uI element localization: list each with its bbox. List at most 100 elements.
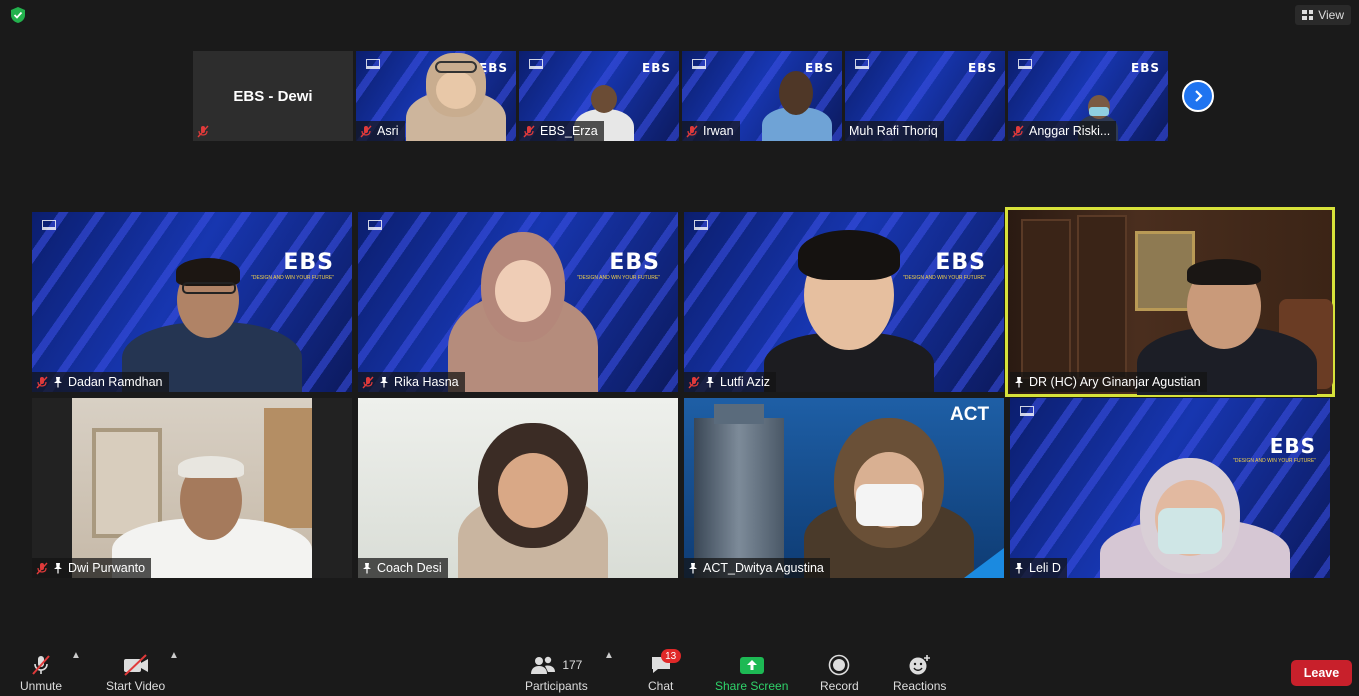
mic-muted-icon: [523, 125, 535, 137]
share-screen-button[interactable]: Share Screen: [715, 651, 788, 693]
participants-icon: [531, 656, 556, 674]
microphone-muted-icon: [32, 655, 50, 675]
pin-icon: [1015, 563, 1023, 574]
ebs-logo: EBS: [642, 61, 671, 75]
participant-nametag: Muh Rafi Thoriq: [845, 121, 944, 141]
participant-name: Lutfi Aziz: [720, 375, 771, 389]
participant-video: [401, 51, 511, 141]
grid-view-icon: [1302, 10, 1314, 20]
mic-muted-icon: [360, 125, 372, 137]
ebs-corner-logo: [692, 59, 706, 69]
participant-video: [458, 423, 608, 578]
video-options-caret-icon[interactable]: ▲: [169, 650, 179, 661]
participant-name: Asri: [377, 124, 399, 138]
ebs-logo-text: EBS: [1131, 61, 1160, 75]
pin-icon: [706, 377, 714, 388]
reactions-button[interactable]: Reactions: [893, 651, 946, 693]
pin-icon: [689, 563, 697, 574]
strip-thumb-ebs-erza[interactable]: EBS EBS_Erza: [519, 51, 679, 141]
pin-icon: [54, 563, 62, 574]
video-tile-coach-desi[interactable]: Coach Desi: [358, 398, 678, 578]
participant-nametag: Dwi Purwanto: [32, 558, 152, 578]
ebs-logo-text: EBS: [1269, 434, 1316, 458]
participant-name: Dadan Ramdhan: [68, 375, 163, 389]
next-page-button[interactable]: [1182, 80, 1214, 112]
video-tile-ary-ginanjar-agustian[interactable]: DR (HC) Ary Ginanjar Agustian: [1005, 207, 1335, 397]
view-label: View: [1318, 8, 1344, 22]
participant-name: Anggar Riski...: [1029, 124, 1111, 138]
record-label: Record: [820, 679, 859, 693]
ebs-logo: EBS: [968, 61, 997, 75]
record-button[interactable]: Record: [820, 651, 859, 693]
ebs-corner-logo: [1018, 59, 1032, 69]
video-tile-dwi-purwanto[interactable]: Dwi Purwanto: [32, 398, 352, 578]
meeting-toolbar: Unmute ▲ Start Video ▲ 177 Participants …: [0, 638, 1359, 696]
participant-video: [448, 232, 598, 392]
participant-name: Irwan: [703, 124, 734, 138]
mic-muted-icon: [1012, 125, 1024, 137]
ebs-corner-logo: [366, 59, 380, 69]
participant-name: Leli D: [1029, 561, 1061, 575]
participants-label: Participants: [525, 679, 588, 693]
chat-label: Chat: [648, 679, 674, 693]
share-screen-arrow-icon: [739, 657, 764, 674]
security-shield-icon[interactable]: [9, 6, 27, 24]
ebs-corner-logo: [529, 59, 543, 69]
self-thumbnail[interactable]: EBS - Dewi: [193, 51, 353, 141]
participant-nametag: Lutfi Aziz: [684, 372, 777, 392]
participant-nametag: Asri: [356, 121, 405, 141]
unmute-label: Unmute: [20, 679, 63, 693]
video-tile-act-dwitya-agustina[interactable]: ACT ACT_Dwitya Agustina: [684, 398, 1004, 578]
smiley-add-icon: [909, 655, 930, 675]
video-tile-lutfi-aziz[interactable]: EBS "DESIGN AND WIN YOUR FUTURE" Lutfi A…: [684, 212, 1004, 392]
start-video-button[interactable]: Start Video: [106, 651, 165, 693]
participant-name: Coach Desi: [377, 561, 442, 575]
zoom-meeting-window: View EBS - Dewi EBS Asri EBS EBS_Erza EB…: [0, 0, 1359, 696]
share-screen-label: Share Screen: [715, 679, 789, 693]
strip-thumb-irwan[interactable]: EBS Irwan: [682, 51, 842, 141]
chevron-right-icon: [1195, 90, 1203, 102]
video-tile-rika-hasna[interactable]: EBS "DESIGN AND WIN YOUR FUTURE" Rika Ha…: [358, 212, 678, 392]
participant-name: DR (HC) Ary Ginanjar Agustian: [1029, 375, 1201, 389]
participants-count: 177: [562, 658, 583, 672]
ebs-corner-logo: [694, 220, 708, 230]
participant-nametag: ACT_Dwitya Agustina: [684, 558, 830, 578]
pin-icon: [54, 377, 62, 388]
strip-thumb-anggar-riski[interactable]: EBS Anggar Riski...: [1008, 51, 1168, 141]
participant-nametag: Irwan: [682, 121, 740, 141]
ebs-corner-logo: [368, 220, 382, 230]
leave-button[interactable]: Leave: [1291, 660, 1352, 686]
participant-video: [112, 428, 312, 578]
video-tile-leli-d[interactable]: EBS "DESIGN AND WIN YOUR FUTURE" Leli D: [1010, 398, 1330, 578]
strip-thumb-asri[interactable]: EBS Asri: [356, 51, 516, 141]
participants-options-caret-icon[interactable]: ▲: [604, 650, 614, 661]
chat-button[interactable]: 13 Chat: [648, 649, 681, 693]
video-tile-dadan-ramdhan[interactable]: EBS "DESIGN AND WIN YOUR FUTURE" Dadan R…: [32, 212, 352, 392]
audio-options-caret-icon[interactable]: ▲: [71, 650, 81, 661]
participant-nametag: EBS_Erza: [519, 121, 604, 141]
ebs-logo-text: EBS: [968, 61, 997, 75]
participant-nametag: Dadan Ramdhan: [32, 372, 169, 392]
participant-name: ACT_Dwitya Agustina: [703, 561, 824, 575]
participant-nametag: Leli D: [1010, 558, 1067, 578]
self-name: EBS - Dewi: [233, 87, 313, 105]
participant-name: Muh Rafi Thoriq: [849, 124, 938, 138]
participant-nametag: Coach Desi: [358, 558, 448, 578]
participant-video: [764, 222, 934, 392]
view-button[interactable]: View: [1295, 5, 1351, 25]
reactions-label: Reactions: [893, 679, 947, 693]
mic-muted-icon: [36, 562, 48, 574]
unmute-button[interactable]: Unmute: [20, 651, 62, 693]
pin-icon: [380, 377, 388, 388]
ebs-corner-logo: [1020, 406, 1034, 416]
participants-button[interactable]: 177 Participants: [525, 651, 588, 693]
pin-icon: [363, 563, 371, 574]
self-nametag: [193, 121, 215, 141]
mic-muted-icon: [362, 376, 374, 388]
ebs-logo: EBS: [1131, 61, 1160, 75]
strip-thumb-muh-rafi-thoriq[interactable]: EBS Muh Rafi Thoriq: [845, 51, 1005, 141]
mic-muted-icon: [36, 376, 48, 388]
participant-nametag: DR (HC) Ary Ginanjar Agustian: [1010, 372, 1207, 392]
participant-video: [804, 418, 974, 578]
participant-video: [1100, 458, 1290, 578]
